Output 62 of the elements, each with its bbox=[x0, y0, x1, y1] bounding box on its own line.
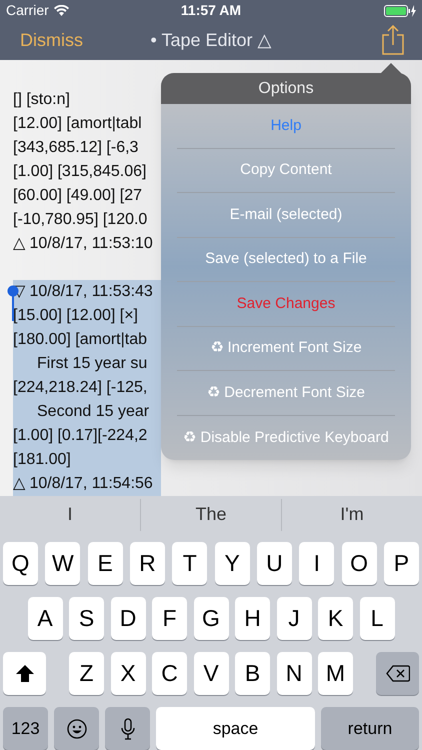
tape-line: [181.00] bbox=[13, 450, 71, 468]
battery-icon bbox=[384, 4, 416, 16]
key[interactable]: J bbox=[276, 597, 312, 640]
key[interactable]: B bbox=[235, 652, 270, 695]
key[interactable]: V bbox=[194, 652, 228, 695]
popover-arrow-icon bbox=[380, 63, 402, 74]
tape-line: △ 10/8/17, 11:53:10 bbox=[13, 234, 153, 252]
key[interactable]: R bbox=[130, 542, 165, 585]
tape-line: [343,685.12] [-6,3 bbox=[13, 138, 138, 156]
tape-line: Second 15 year bbox=[36, 402, 150, 420]
wifi-icon bbox=[54, 5, 69, 16]
key[interactable]: T bbox=[172, 542, 208, 585]
tape-line: [224,218.24] [-125, bbox=[13, 378, 148, 396]
key[interactable]: O bbox=[342, 542, 377, 585]
key[interactable]: L bbox=[360, 597, 394, 640]
delete-key[interactable] bbox=[376, 652, 419, 695]
microphone-icon bbox=[120, 718, 134, 740]
key[interactable]: F bbox=[152, 597, 187, 640]
tape-line: [1.00] [315,845.06] bbox=[13, 162, 146, 180]
suggestion[interactable]: I'm bbox=[281, 498, 422, 531]
tape-line: First 15 year su bbox=[36, 354, 148, 372]
tape-line: [180.00] [amort|tab bbox=[13, 330, 148, 348]
key[interactable]: X bbox=[110, 652, 146, 695]
tape-line: [15.00] [12.00] [×] bbox=[13, 306, 138, 324]
suggestion[interactable]: I bbox=[0, 498, 140, 531]
delete-icon bbox=[386, 665, 410, 682]
key[interactable]: D bbox=[110, 597, 146, 640]
tape-line: [60.00] [49.00] [27 bbox=[13, 186, 142, 204]
key[interactable]: H bbox=[235, 597, 270, 640]
return-key[interactable]: return bbox=[321, 707, 419, 750]
tape-line: [] [sto:n] bbox=[13, 90, 70, 108]
space-key[interactable]: space bbox=[156, 707, 315, 750]
carrier-label: Carrier bbox=[6, 1, 49, 20]
key[interactable]: M bbox=[318, 652, 353, 695]
tape-line: △ 10/8/17, 11:54:56 bbox=[13, 474, 153, 492]
key[interactable]: E bbox=[88, 542, 123, 585]
key[interactable]: W bbox=[45, 542, 80, 585]
suggestion[interactable]: The bbox=[140, 498, 281, 531]
shift-key[interactable] bbox=[3, 652, 46, 695]
key[interactable]: C bbox=[152, 652, 187, 695]
key[interactable]: K bbox=[318, 597, 353, 640]
key[interactable]: U bbox=[256, 542, 292, 585]
key[interactable]: Z bbox=[69, 652, 104, 695]
numbers-key[interactable]: 123 bbox=[3, 707, 48, 750]
key[interactable]: N bbox=[276, 652, 312, 695]
key[interactable]: A bbox=[28, 597, 62, 640]
key[interactable]: G bbox=[194, 597, 228, 640]
clock: 11:57 AM bbox=[180, 1, 242, 20]
tape-line: [1.00] [0.17][-224,2 bbox=[13, 426, 148, 444]
emoji-icon bbox=[66, 718, 86, 738]
key[interactable]: Q bbox=[3, 542, 38, 585]
emoji-key[interactable] bbox=[54, 707, 99, 750]
key[interactable]: I bbox=[299, 542, 334, 585]
tape-line: [-10,780.95] [120.0 bbox=[13, 210, 148, 228]
tape-line: [12.00] [amort|tabl bbox=[13, 114, 142, 132]
key[interactable]: S bbox=[69, 597, 104, 640]
shift-icon bbox=[16, 665, 34, 682]
screen-title: • Tape Editor △ bbox=[150, 28, 272, 52]
key[interactable]: Y bbox=[214, 542, 250, 585]
share-icon[interactable] bbox=[382, 25, 404, 56]
key[interactable]: P bbox=[384, 542, 419, 585]
dictation-key[interactable] bbox=[105, 707, 150, 750]
